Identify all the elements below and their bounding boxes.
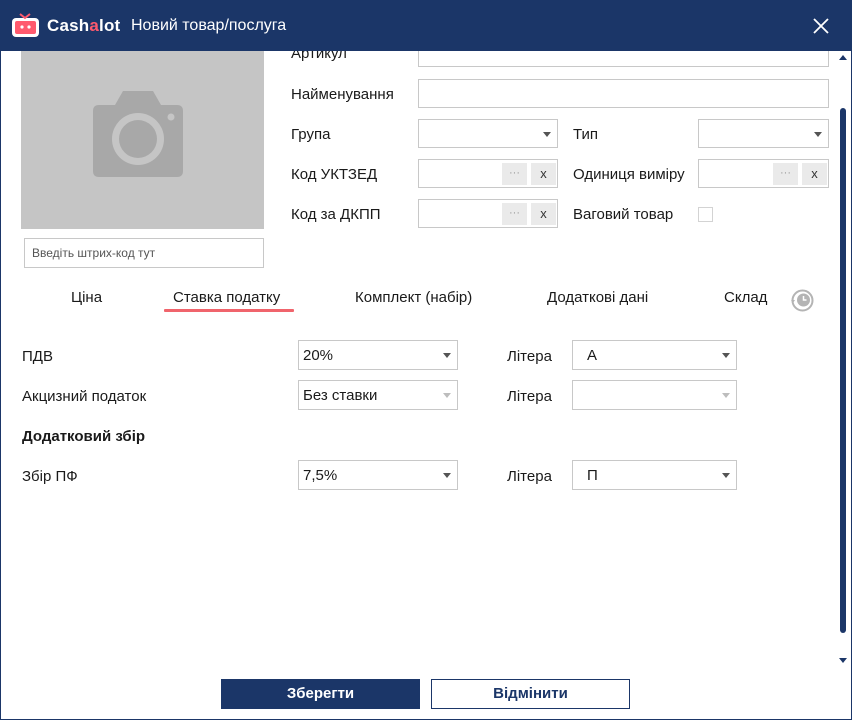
weight-label: Ваговий товар [573, 206, 674, 223]
cancel-button[interactable]: Відмінити [431, 679, 630, 709]
name-label: Найменування [291, 86, 394, 103]
vat-letter-label: Літера [507, 348, 552, 365]
uktzed-clear-button[interactable]: x [531, 163, 556, 185]
unit-clear-button[interactable]: x [802, 163, 827, 185]
tab-warehouse[interactable]: Склад [724, 289, 767, 306]
chevron-down-icon [814, 131, 822, 137]
excise-select[interactable]: Без ставки [298, 380, 458, 410]
tab-bundle[interactable]: Комплект (набір) [355, 289, 472, 306]
tab-additional-data[interactable]: Додаткові дані [547, 289, 648, 306]
brand-name: Cashalot [47, 16, 121, 35]
chevron-down-icon [722, 393, 730, 398]
save-button[interactable]: Зберегти [221, 679, 420, 709]
window-border-left [0, 51, 1, 720]
pf-letter-value: П [587, 467, 598, 484]
uktzed-label: Код УКТЗЕД [291, 166, 378, 183]
extra-fee-header: Додатковий збір [22, 428, 146, 445]
weight-checkbox[interactable] [698, 207, 713, 222]
pf-value: 7,5% [303, 467, 338, 484]
cashalot-logo-icon [12, 13, 39, 37]
pf-select[interactable]: 7,5% [298, 460, 458, 490]
tab-tax-rate[interactable]: Ставка податку [173, 289, 280, 306]
active-tab-indicator [164, 309, 294, 312]
chevron-down-icon [443, 393, 451, 398]
dkpp-label: Код за ДКПП [291, 206, 381, 223]
dkpp-clear-button[interactable]: x [531, 203, 556, 225]
excise-letter-label: Літера [507, 388, 552, 405]
group-select[interactable] [418, 119, 558, 148]
vat-select[interactable]: 20% [298, 340, 458, 370]
chevron-down-icon [543, 131, 551, 137]
pf-letter-label: Літера [507, 468, 552, 485]
scroll-up-icon[interactable] [839, 55, 847, 60]
dkpp-field[interactable]: ··· x [418, 199, 558, 228]
dkpp-browse-button[interactable]: ··· [502, 203, 527, 225]
type-label: Тип [573, 126, 599, 143]
excise-letter-select[interactable] [572, 380, 737, 410]
history-clock-icon[interactable] [790, 288, 815, 313]
camera-icon [93, 91, 183, 177]
chevron-down-icon [443, 473, 451, 478]
excise-label: Акцизний податок [22, 388, 147, 405]
title-bar: Cashalot Новий товар/послуга [0, 0, 852, 51]
scroll-down-icon[interactable] [839, 658, 847, 663]
unit-browse-button[interactable]: ··· [773, 163, 798, 185]
vat-letter-select[interactable]: А [572, 340, 737, 370]
unit-field[interactable]: ··· x [698, 159, 829, 188]
vat-letter-value: А [587, 347, 598, 364]
scrollbar-thumb[interactable] [840, 108, 846, 633]
chevron-down-icon [722, 353, 730, 358]
excise-value: Без ставки [303, 387, 378, 404]
close-icon[interactable] [810, 15, 832, 37]
vat-value: 20% [303, 347, 334, 364]
vat-label: ПДВ [22, 348, 53, 365]
unit-label: Одиниця виміру [573, 166, 685, 183]
barcode-input[interactable] [24, 238, 264, 268]
uktzed-browse-button[interactable]: ··· [502, 163, 527, 185]
name-input[interactable] [418, 79, 829, 108]
type-select[interactable] [698, 119, 829, 148]
pf-label: Збір ПФ [22, 468, 78, 485]
pf-letter-select[interactable]: П [572, 460, 737, 490]
product-photo[interactable] [21, 51, 264, 229]
group-label: Група [291, 126, 331, 143]
uktzed-field[interactable]: ··· x [418, 159, 558, 188]
chevron-down-icon [722, 473, 730, 478]
tab-price[interactable]: Ціна [71, 289, 102, 306]
window-title: Новий товар/послуга [131, 17, 287, 34]
chevron-down-icon [443, 353, 451, 358]
